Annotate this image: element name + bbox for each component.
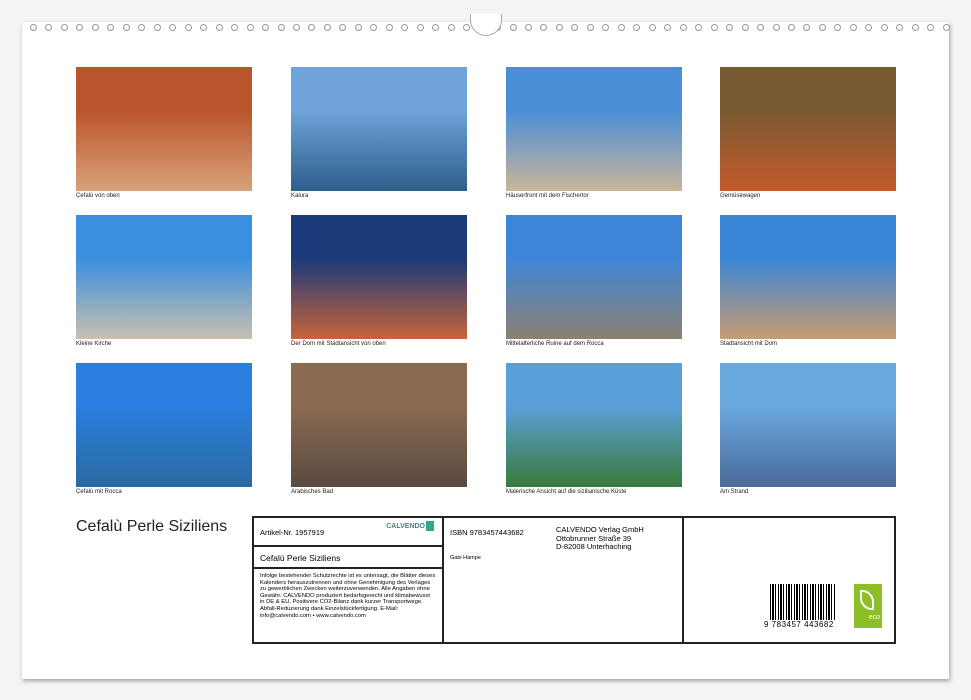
binding-ring <box>555 24 563 31</box>
photo-caption: Stadtansicht mit Dom <box>720 341 778 347</box>
calendar-photo <box>291 363 467 487</box>
binding-ring <box>91 24 99 31</box>
binding-ring <box>834 24 842 31</box>
binding-ring <box>138 24 146 31</box>
binding-ring <box>726 24 734 31</box>
binding-ring <box>540 24 548 31</box>
photo-caption: Cefalù von oben <box>76 193 120 199</box>
binding-ring <box>896 24 904 31</box>
binding-ring <box>602 24 610 31</box>
binding-ring <box>122 24 130 31</box>
binding-ring <box>169 24 177 31</box>
photo-caption: Cefalù mit Rocca <box>76 489 122 495</box>
binding-ring <box>401 24 409 31</box>
photo-caption: Der Dom mit Stadtansicht von oben <box>291 341 386 347</box>
binding-ring <box>292 24 300 31</box>
photo-caption: Malerische Ansicht auf die sizilianische… <box>506 489 627 495</box>
binding-ring <box>354 24 362 31</box>
binding-ring <box>927 24 935 31</box>
binding-ring <box>447 24 455 31</box>
binding-ring <box>880 24 888 31</box>
calendar-photo <box>720 363 896 487</box>
binding-ring <box>432 24 440 31</box>
legal-text: Infolge bestehender Schutzrechte ist es … <box>260 573 436 619</box>
calvendo-logo: CALVENDO <box>386 521 434 531</box>
binding-ring <box>648 24 656 31</box>
calendar-title: Cefalù Perle Siziliens <box>76 518 228 535</box>
binding-ring <box>849 24 857 31</box>
binding-ring <box>262 24 270 31</box>
calendar-photo <box>720 215 896 339</box>
article-number: Artikel-Nr. 1957919 <box>260 528 325 537</box>
binding-ring <box>215 24 223 31</box>
calendar-photo <box>506 215 682 339</box>
photo-caption: Kleine Kirche <box>76 341 112 347</box>
binding-ring <box>617 24 625 31</box>
binding-ring <box>571 24 579 31</box>
binding-ring <box>741 24 749 31</box>
binding-ring <box>76 24 84 31</box>
calendar-photo <box>506 67 682 191</box>
binding-ring <box>308 24 316 31</box>
barcode: 9 783457 443682 <box>764 584 836 629</box>
photo-caption: Am Strand <box>720 489 749 495</box>
binding-ring <box>772 24 780 31</box>
isbn: ISBN 9783457443682 <box>450 528 524 537</box>
calendar-photo <box>76 363 252 487</box>
calendar-photo <box>76 67 252 191</box>
binding-ring <box>246 24 254 31</box>
info-box: Artikel-Nr. 1957919 CALVENDO Cefalù Perl… <box>252 516 896 644</box>
binding-ring <box>30 24 37 31</box>
photo-caption: Häuserfront mit dem Fischertor <box>506 193 589 199</box>
binding-ring <box>911 24 919 31</box>
binding-ring <box>695 24 703 31</box>
calendar-photo <box>506 363 682 487</box>
binding-ring <box>633 24 641 31</box>
binding-ring <box>339 24 347 31</box>
calendar-photo <box>720 67 896 191</box>
photo-caption: Kalura <box>291 193 309 199</box>
binding-ring <box>818 24 826 31</box>
binding-ring <box>942 24 950 31</box>
photo-caption: Mittelalterliche Ruine auf dem Rocca <box>506 341 604 347</box>
binding-ring <box>60 24 68 31</box>
binding-ring <box>757 24 765 31</box>
photo-caption: Arabisches Bad <box>291 489 334 495</box>
calendar-photo <box>291 67 467 191</box>
binding-ring <box>509 24 517 31</box>
binding-ring <box>200 24 208 31</box>
binding-ring <box>231 24 239 31</box>
binding-ring <box>107 24 115 31</box>
calendar-photo <box>291 215 467 339</box>
binding-ring <box>664 24 672 31</box>
product-name: Cefalù Perle Siziliens <box>254 547 442 569</box>
binding-ring <box>710 24 718 31</box>
binding-ring <box>787 24 795 31</box>
author: Gabi Hampe <box>450 555 481 561</box>
binding-ring <box>184 24 192 31</box>
binding-ring <box>277 24 285 31</box>
binding-ring <box>586 24 594 31</box>
calendar-photo <box>76 215 252 339</box>
binding-ring <box>370 24 378 31</box>
binding-ring <box>385 24 393 31</box>
binding-ring <box>323 24 331 31</box>
binding-ring <box>416 24 424 31</box>
binding-ring <box>679 24 687 31</box>
photo-caption: Gemüsewagen <box>720 193 761 199</box>
publisher-address: CALVENDO Verlag GmbH Ottobrunner Straße 3… <box>556 525 644 551</box>
binding-ring <box>865 24 873 31</box>
binding-ring <box>803 24 811 31</box>
binding-ring <box>45 24 53 31</box>
binding-ring <box>525 24 532 31</box>
binding-ring <box>153 24 161 31</box>
binding-ring <box>463 24 471 31</box>
eco-badge-icon: eco <box>854 584 882 628</box>
